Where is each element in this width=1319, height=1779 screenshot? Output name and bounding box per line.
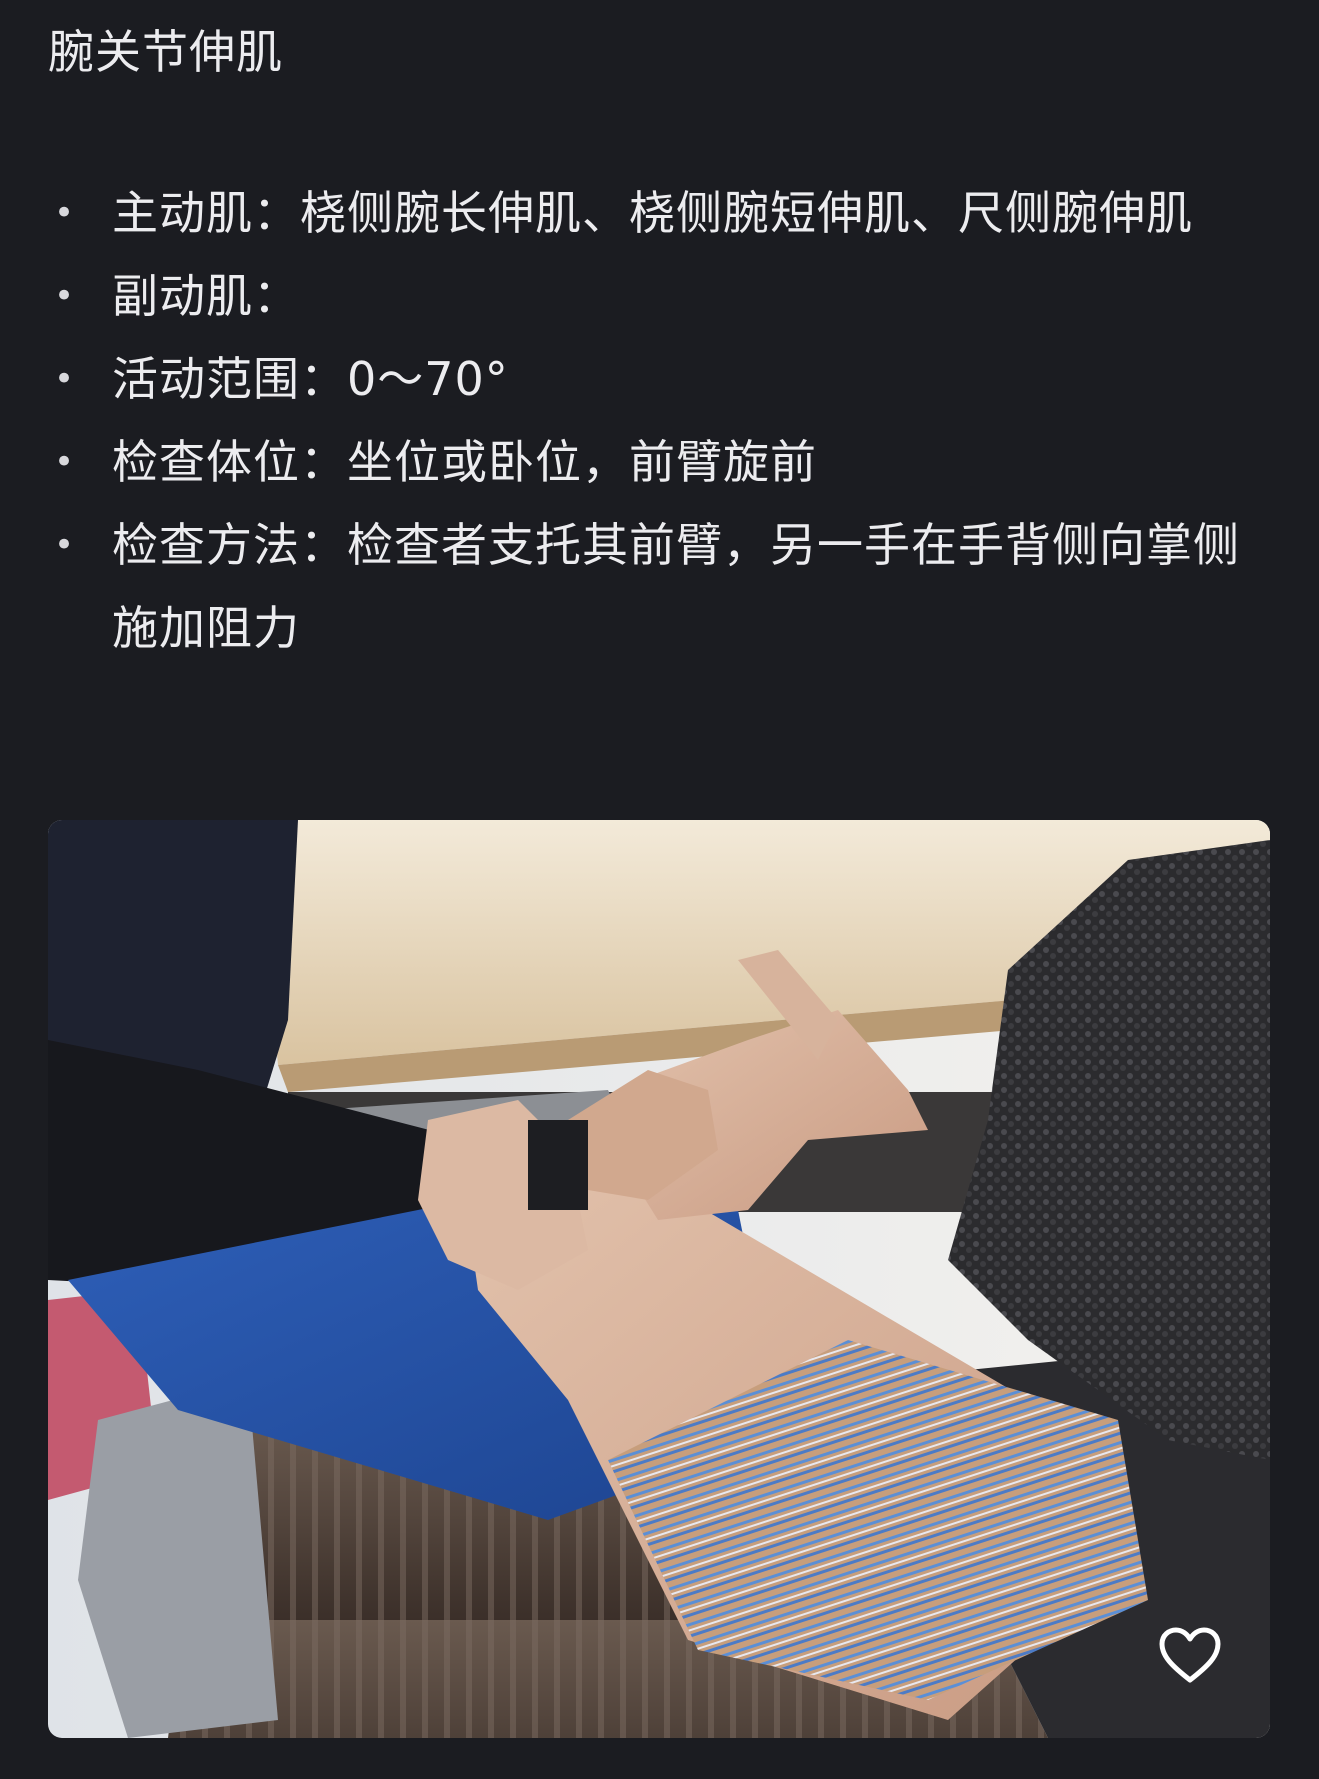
- bullet-icon: •: [54, 276, 76, 316]
- bullet-icon: •: [54, 193, 76, 233]
- list-item: • 主动肌：桡侧腕长伸肌、桡侧腕短伸肌、尺侧腕伸肌: [48, 172, 1278, 255]
- exam-photo[interactable]: [48, 820, 1270, 1738]
- list-item-text: 检查体位：坐位或卧位，前臂旋前: [112, 435, 817, 489]
- list-item: • 副动肌：: [48, 255, 1278, 338]
- bullet-icon: •: [54, 359, 76, 399]
- list-item: • 活动范围：0～70°: [48, 338, 1278, 421]
- bullet-icon: •: [54, 442, 76, 482]
- list-item-text: 检查方法：检查者支托其前臂，另一手在手背侧向掌侧施加阻力: [112, 518, 1240, 655]
- exam-photo-illustration: [48, 820, 1270, 1738]
- bullet-icon: •: [54, 525, 76, 565]
- heart-icon[interactable]: [1158, 1626, 1222, 1686]
- list-item-text: 活动范围：0～70°: [112, 352, 509, 406]
- heart-icon-svg: [1159, 1627, 1221, 1683]
- list-item-text: 副动肌：: [112, 269, 300, 323]
- list-item-text: 主动肌：桡侧腕长伸肌、桡侧腕短伸肌、尺侧腕伸肌: [112, 186, 1193, 240]
- detail-list: • 主动肌：桡侧腕长伸肌、桡侧腕短伸肌、尺侧腕伸肌 • 副动肌： • 活动范围：0～7…: [48, 172, 1278, 670]
- list-item: • 检查方法：检查者支托其前臂，另一手在手背侧向掌侧施加阻力: [48, 504, 1278, 670]
- list-item: • 检查体位：坐位或卧位，前臂旋前: [48, 421, 1278, 504]
- section-title: 腕关节伸肌: [48, 25, 283, 79]
